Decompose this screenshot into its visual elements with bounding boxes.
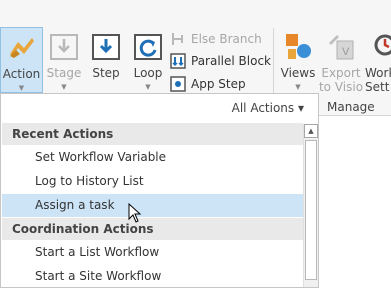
svg-text:V: V: [342, 46, 350, 58]
parallel-block-button[interactable]: Parallel Block: [170, 51, 271, 71]
scroll-thumb[interactable]: [305, 140, 317, 280]
manage-group-label: Manage: [327, 100, 375, 114]
parallel-block-icon: [170, 53, 186, 69]
stage-icon: [48, 31, 80, 63]
menu-item-log-to-history-list[interactable]: Log to History List: [2, 170, 303, 193]
menu-item-assign-a-task[interactable]: Assign a task: [2, 194, 303, 217]
step-label: Step: [92, 66, 120, 80]
chevron-down-icon: ▼: [18, 84, 25, 92]
else-branch-icon: [170, 31, 186, 47]
stage-button[interactable]: Stage ▼: [45, 27, 83, 93]
views-icon: [282, 31, 314, 63]
scroll-up-arrow-icon[interactable]: ▲: [304, 124, 318, 138]
menu-item-start-a-list-workflow[interactable]: Start a List Workflow: [2, 241, 303, 264]
views-label: Views: [280, 66, 316, 80]
vertical-scrollbar[interactable]: ▲: [303, 124, 318, 287]
step-button[interactable]: Step: [88, 27, 124, 93]
mouse-cursor-icon: [128, 203, 142, 223]
export-label-line2: to Visio: [318, 80, 364, 94]
app-step-icon: [170, 76, 186, 92]
app-step-label: App Step: [191, 77, 246, 91]
else-branch-button[interactable]: Else Branch: [170, 29, 262, 49]
else-branch-label: Else Branch: [191, 32, 262, 46]
loop-label: Loop: [133, 66, 163, 80]
visio-icon: V: [325, 31, 357, 63]
section-header-coordination-actions: Coordination Actions: [2, 218, 303, 240]
views-button[interactable]: Views ▼: [279, 27, 317, 93]
action-button[interactable]: Action ▼: [0, 27, 43, 93]
dropdown-header: All Actions ▾: [1, 94, 318, 120]
chevron-down-icon: ▼: [61, 83, 67, 91]
section-header-recent-actions: Recent Actions: [2, 123, 303, 145]
loop-button[interactable]: Loop ▼: [130, 27, 166, 93]
app-step-button[interactable]: App Step: [170, 74, 246, 94]
action-dropdown-menu: All Actions ▾ Recent Actions Set Workflo…: [0, 93, 319, 288]
export-label-line1: Export: [321, 66, 361, 80]
chevron-down-icon: ▼: [145, 83, 151, 91]
menu-item-set-workflow-variable[interactable]: Set Workflow Variable: [2, 146, 303, 169]
settings-icon: [369, 31, 391, 63]
workflow-settings-button[interactable]: Work Sett: [363, 27, 391, 93]
stage-label: Stage: [46, 66, 82, 80]
loop-icon: [132, 31, 164, 63]
menu-item-start-a-site-workflow[interactable]: Start a Site Workflow: [2, 265, 303, 288]
chevron-down-icon: ▼: [295, 83, 301, 91]
all-actions-selector[interactable]: All Actions ▾: [232, 101, 304, 115]
export-to-visio-button[interactable]: V Export to Visio: [318, 27, 364, 94]
work-label-line2: Sett: [365, 80, 390, 93]
action-icon: [6, 32, 38, 64]
step-icon: [90, 31, 122, 63]
work-label-line1: Work: [365, 66, 391, 80]
action-label: Action: [2, 67, 41, 81]
parallel-block-label: Parallel Block: [191, 54, 271, 68]
